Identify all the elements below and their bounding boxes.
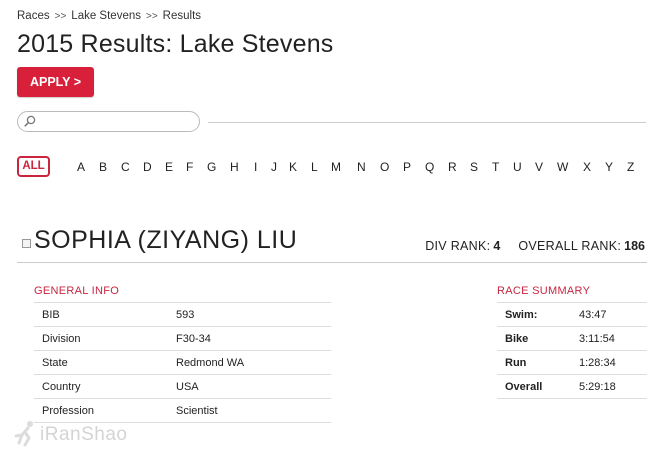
- general-info-value: F30-34: [168, 326, 331, 351]
- table-row: Bike 3:11:54: [497, 326, 647, 351]
- filter-letter-a[interactable]: A: [77, 160, 85, 174]
- table-row: Swim: 43:47: [497, 302, 647, 327]
- table-row: Division F30-34: [34, 326, 331, 351]
- table-row: Overall 5:29:18: [497, 374, 647, 399]
- general-info-label: Profession: [34, 398, 168, 423]
- general-info-label: Division: [34, 326, 168, 351]
- filter-letter-z[interactable]: Z: [627, 160, 634, 174]
- filter-letter-k[interactable]: K: [289, 160, 297, 174]
- race-summary-label: Run: [497, 350, 571, 375]
- filter-letter-g[interactable]: G: [207, 160, 216, 174]
- table-row: Profession Scientist: [34, 398, 331, 423]
- race-summary-label: Overall: [497, 374, 571, 399]
- overall-rank-label: OVERALL RANK:: [518, 239, 622, 253]
- general-info-label: BIB: [34, 302, 168, 327]
- general-info-table: BIB 593 Division F30-34 State Redmond WA…: [34, 302, 331, 423]
- athlete-name: SOPHIA (ZIYANG) LIU: [34, 226, 298, 254]
- table-row: Run 1:28:34: [497, 350, 647, 375]
- filter-letter-j[interactable]: J: [271, 160, 277, 174]
- breadcrumb: Races >> Lake Stevens >> Results: [17, 10, 201, 22]
- race-summary-value: 1:28:34: [571, 350, 647, 375]
- filter-letter-y[interactable]: Y: [605, 160, 613, 174]
- div-rank-value: 4: [493, 239, 501, 253]
- filter-letter-l[interactable]: L: [311, 160, 318, 174]
- table-row: Country USA: [34, 374, 331, 399]
- alphabet-filter: ALL A B C D E F G H I J K L M N O P Q R …: [17, 156, 647, 178]
- race-summary-heading: RACE SUMMARY: [497, 285, 591, 297]
- race-summary-table: Swim: 43:47 Bike 3:11:54 Run 1:28:34 Ove…: [497, 302, 647, 399]
- general-info-value: 593: [168, 302, 331, 327]
- overall-rank-value: 186: [624, 239, 645, 253]
- watermark-runner-icon: [14, 421, 33, 447]
- page-title: 2015 Results: Lake Stevens: [17, 30, 334, 58]
- athlete-divider: [17, 262, 647, 263]
- filter-letter-x[interactable]: X: [583, 160, 591, 174]
- general-info-value: Redmond WA: [168, 350, 331, 375]
- filter-letter-u[interactable]: U: [513, 160, 522, 174]
- search-box[interactable]: [17, 111, 200, 132]
- search-divider: [208, 122, 646, 123]
- breadcrumb-separator: >>: [54, 11, 67, 22]
- watermark-text: iRanShao: [40, 424, 128, 445]
- table-row: State Redmond WA: [34, 350, 331, 375]
- filter-letter-m[interactable]: M: [331, 160, 341, 174]
- rank-summary: DIV RANK: 4 OVERALL RANK: 186: [425, 239, 645, 253]
- filter-all-button[interactable]: ALL: [17, 156, 50, 177]
- general-info-value: USA: [168, 374, 331, 399]
- filter-letter-v[interactable]: V: [535, 160, 543, 174]
- filter-letter-n[interactable]: N: [357, 160, 366, 174]
- filter-letter-b[interactable]: B: [99, 160, 107, 174]
- race-summary-label: Bike: [497, 326, 571, 351]
- filter-letter-e[interactable]: E: [165, 160, 173, 174]
- search-icon: [24, 115, 36, 127]
- apply-button[interactable]: APPLY >: [17, 67, 94, 97]
- filter-letter-r[interactable]: R: [448, 160, 457, 174]
- race-summary-value: 43:47: [571, 302, 647, 327]
- filter-letter-o[interactable]: O: [380, 160, 389, 174]
- filter-letter-c[interactable]: C: [121, 160, 130, 174]
- search-input[interactable]: [40, 113, 190, 130]
- general-info-value: Scientist: [168, 398, 331, 423]
- table-row: BIB 593: [34, 302, 331, 327]
- breadcrumb-lake-stevens-link[interactable]: Lake Stevens: [71, 10, 141, 22]
- filter-letter-i[interactable]: I: [254, 160, 257, 174]
- breadcrumb-separator: >>: [145, 11, 158, 22]
- filter-letter-p[interactable]: P: [403, 160, 411, 174]
- race-summary-value: 5:29:18: [571, 374, 647, 399]
- athlete-select-checkbox[interactable]: [22, 239, 31, 248]
- filter-letter-h[interactable]: H: [230, 160, 239, 174]
- general-info-label: State: [34, 350, 168, 375]
- filter-letter-d[interactable]: D: [143, 160, 152, 174]
- race-summary-value: 3:11:54: [571, 326, 647, 351]
- filter-letter-q[interactable]: Q: [425, 160, 434, 174]
- breadcrumb-races-link[interactable]: Races: [17, 10, 50, 22]
- general-info-label: Country: [34, 374, 168, 399]
- breadcrumb-current: Results: [162, 10, 202, 22]
- general-info-heading: GENERAL INFO: [34, 285, 120, 297]
- race-summary-label: Swim:: [497, 302, 571, 327]
- filter-letter-t[interactable]: T: [492, 160, 499, 174]
- div-rank-label: DIV RANK:: [425, 239, 491, 253]
- filter-letter-f[interactable]: F: [186, 160, 193, 174]
- filter-letter-w[interactable]: W: [557, 160, 568, 174]
- filter-letter-s[interactable]: S: [470, 160, 478, 174]
